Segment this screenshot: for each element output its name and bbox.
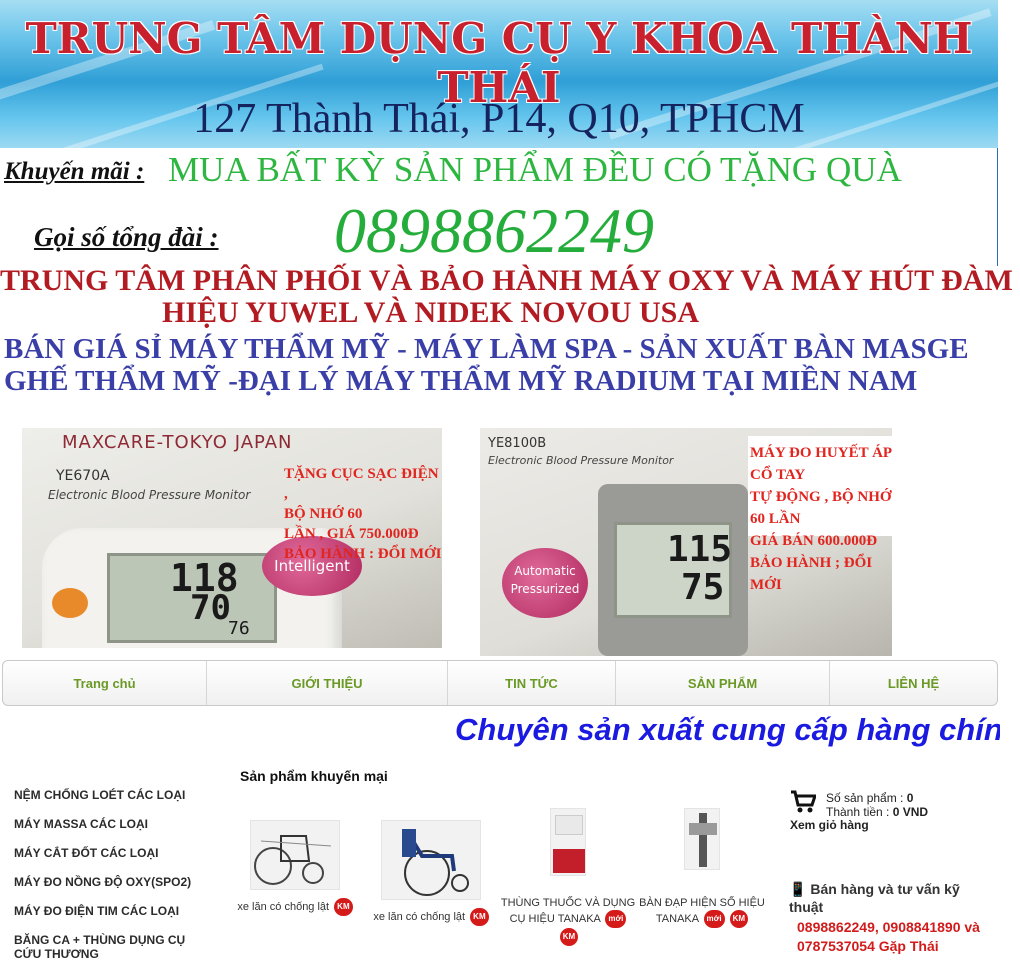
cart-icon[interactable]: [790, 790, 816, 814]
product-thumbnail[interactable]: [684, 808, 720, 870]
promo-bar: Khuyến mãi : MUA BẤT KỲ SẢN PHẨM ĐỀU CÓ …: [0, 148, 998, 266]
km-badge: KM: [729, 910, 749, 928]
category-item[interactable]: MÁY MASSA CÁC LOẠI: [14, 817, 214, 831]
photo-model: YE670A: [56, 468, 110, 484]
wholesale-headline-2: GHẾ THẨM MỸ -ĐẠI LÝ MÁY THẨM MỸ RADIUM T…: [4, 365, 918, 397]
category-item[interactable]: MÁY ĐO NỒNG ĐỘ OXY(SPO2): [14, 875, 214, 889]
km-badge: KM: [470, 908, 489, 926]
hotline-number[interactable]: 0898862249: [334, 194, 654, 268]
support-box: 📱 Bán hàng và tư vấn kỹ thuật 0898862249…: [789, 880, 989, 956]
product-card[interactable]: xe lăn có chống lật KM: [230, 820, 360, 916]
product-photo-ye8100b[interactable]: YE8100B Electronic Blood Pressure Monito…: [480, 428, 892, 656]
cart-count-label: Số sản phẩm :: [826, 791, 904, 805]
promo-section-title: Sản phẩm khuyến mại: [240, 768, 388, 784]
km-badge: KM: [559, 928, 579, 946]
lcd-display: 118 70 76: [107, 553, 277, 643]
nav-products[interactable]: SẢN PHẨM: [616, 661, 830, 705]
device-button: [52, 588, 88, 618]
support-phones[interactable]: 0898862249, 0908841890 và 0787537054 Gặp…: [789, 918, 989, 956]
nav-contact[interactable]: LIÊN HỆ: [830, 661, 997, 705]
photo-model: YE8100B: [488, 436, 547, 451]
nav-news[interactable]: TIN TỨC: [448, 661, 616, 705]
marquee-slogan: Chuyên sản xuất cung cấp hàng chính hãng: [455, 712, 1000, 747]
product-card[interactable]: BÀN ĐẠP HIỆN SỐ HIỆU TANAKA mới KM: [636, 808, 768, 928]
main-nav: Trang chủ GIỚI THIỆU TIN TỨC SẢN PHẨM LI…: [2, 660, 998, 706]
photo-subtitle: Electronic Blood Pressure Monitor: [488, 454, 674, 467]
promo-text: MUA BẤT KỲ SẢN PHẨM ĐỀU CÓ TẶNG QUÀ: [168, 150, 902, 189]
hotline-label: Gọi số tổng đài :: [34, 222, 219, 252]
support-title: Bán hàng và tư vấn kỹ thuật: [789, 881, 960, 915]
photo-brand: MAXCARE-TOKYO JAPAN: [62, 432, 293, 453]
lcd-display: 115 75: [614, 522, 732, 618]
category-item[interactable]: MÁY CẮT ĐỐT CÁC LOẠI: [14, 846, 214, 860]
product-name[interactable]: xe lăn có chống lật: [373, 911, 465, 923]
category-item[interactable]: BĂNG CA + THÙNG DỤNG CỤ CỨU THƯƠNG: [14, 933, 204, 961]
phone-icon: 📱: [789, 881, 807, 897]
cart-total-label: Thành tiền :: [826, 805, 890, 819]
distribution-headline-2: HIỆU YUWEL VÀ NIDEK NOVOU USA: [162, 296, 699, 329]
photo-subtitle: Electronic Blood Pressure Monitor: [48, 488, 251, 502]
wholesale-headline-1: BÁN GIÁ SỈ MÁY THẨM MỸ - MÁY LÀM SPA - S…: [4, 333, 969, 365]
new-badge: mới: [605, 910, 627, 928]
km-badge: KM: [334, 898, 353, 916]
product-thumbnail[interactable]: [381, 820, 481, 900]
cart-count: 0: [906, 791, 914, 805]
category-item[interactable]: NỆM CHỐNG LOÉT CÁC LOẠI: [14, 788, 214, 802]
automatic-badge: Automatic Pressurized: [502, 548, 588, 618]
product-photo-ye670a[interactable]: MAXCARE-TOKYO JAPAN YE670A Electronic Bl…: [22, 428, 442, 648]
product-card[interactable]: THÙNG THUỐC VÀ DỤNG CỤ HIỆU TANAKA mới KM: [498, 808, 638, 946]
new-badge: mới: [703, 910, 725, 928]
view-cart-link[interactable]: Xem giỏ hàng: [790, 818, 869, 832]
nav-home[interactable]: Trang chủ: [3, 661, 207, 705]
site-address: 127 Thành Thái, P14, Q10, TPHCM: [193, 96, 805, 142]
promo-label: Khuyến mãi :: [4, 158, 145, 185]
cart-total: 0 VND: [892, 805, 929, 819]
product-card[interactable]: xe lăn có chống lật KM: [366, 820, 496, 926]
product-name[interactable]: xe lăn có chống lật: [237, 901, 329, 913]
nav-about[interactable]: GIỚI THIỆU: [207, 661, 448, 705]
product-thumbnail[interactable]: [550, 808, 586, 876]
category-menu: NỆM CHỐNG LOÉT CÁC LOẠI MÁY MASSA CÁC LO…: [14, 788, 214, 976]
header-banner: TRUNG TÂM DỤNG CỤ Y KHOA THÀNH THÁI 127 …: [0, 0, 998, 148]
category-item[interactable]: MÁY ĐO ĐIỆN TIM CÁC LOẠI: [14, 904, 214, 918]
distribution-headline-1: TRUNG TÂM PHÂN PHỐI VÀ BẢO HÀNH MÁY OXY …: [0, 264, 1013, 297]
photo-promo-text: MÁY ĐO HUYẾT ÁP CỔ TAY TỰ ĐỘNG , BỘ NHỚ …: [750, 445, 892, 593]
photo-promo-text: TẶNG CỤC SẠC ĐIỆN , BỘ NHỚ 60 LẦN , GIÁ …: [284, 466, 442, 562]
product-thumbnail[interactable]: [250, 820, 340, 890]
